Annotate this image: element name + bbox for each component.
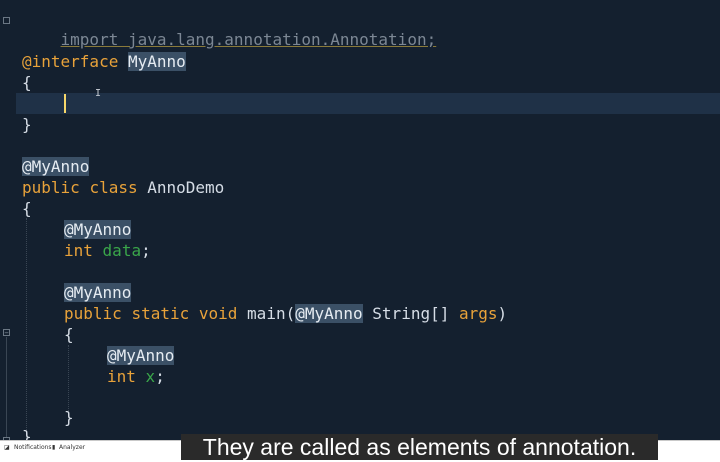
annotation-at: @ (295, 304, 305, 323)
brace-open: { (64, 325, 74, 344)
annotation-usage: @MyAnno (22, 157, 90, 176)
code-line-field: int data; (64, 240, 151, 261)
video-caption: They are called as elements of annotatio… (181, 434, 658, 460)
annotation-name: MyAnno (116, 346, 175, 365)
param-annotation: @MyAnno (295, 304, 363, 323)
brace-open: { (22, 199, 32, 218)
semicolon: ; (155, 367, 165, 386)
semicolon: ; (141, 241, 151, 260)
annotation-usage: @MyAnno (64, 220, 132, 239)
code-line-annotation: @MyAnno (107, 345, 175, 366)
annotation-name: MyAnno (73, 283, 132, 302)
code-line-annotation: @MyAnno (22, 156, 90, 177)
annotation-at: @ (64, 283, 74, 302)
code-line-brace: } (22, 426, 32, 440)
analyzer-icon[interactable]: ▮ (52, 444, 55, 451)
import-statement: import java.lang.annotation.Annotation; (60, 30, 437, 49)
keyword-public: public (22, 178, 80, 197)
code-editor[interactable]: − import java.lang.annotation.Annotation… (0, 0, 720, 444)
brace-close: } (22, 115, 32, 134)
keyword-public: public (64, 304, 122, 323)
text-caret (64, 94, 66, 113)
ibeam-cursor-icon: I (95, 88, 102, 99)
local-var-name: x (145, 367, 156, 386)
brace-close: } (22, 427, 32, 440)
indent-guide (68, 345, 70, 415)
annotation-usage: @MyAnno (107, 346, 175, 365)
code-line-interface: @interface MyAnno (22, 51, 186, 72)
annotation-at: @ (107, 346, 117, 365)
code-line-method: public static void main(@MyAnno String[]… (64, 303, 507, 324)
paren-close: ) (497, 304, 508, 323)
keyword-static: static (131, 304, 190, 323)
code-line-local: int x; (107, 366, 165, 387)
annotation-name: MyAnno (31, 157, 90, 176)
fold-toggle-import[interactable] (3, 17, 10, 24)
code-line-import: import java.lang.annotation.Annotation; (22, 8, 437, 49)
code-line-brace: { (64, 324, 74, 345)
keyword-interface: @interface (22, 52, 119, 71)
code-line-class: public class AnnoDemo (22, 177, 224, 198)
field-name: data (102, 241, 142, 260)
code-line-brace: { (22, 198, 32, 219)
keyword-class: class (89, 178, 138, 197)
class-name: AnnoDemo (147, 178, 225, 197)
current-line-highlight (16, 93, 720, 114)
annotation-name: MyAnno (304, 304, 363, 323)
notifications-tab[interactable]: Notifications (14, 444, 52, 451)
code-line-brace: { (22, 72, 32, 93)
notifications-icon[interactable]: ◪ (4, 444, 10, 451)
code-line-brace: } (64, 407, 74, 428)
brace-open: { (22, 73, 32, 92)
code-line-brace: } (22, 114, 32, 135)
keyword-void: void (198, 304, 238, 323)
interface-name: MyAnno (127, 52, 186, 71)
brace-close: } (64, 408, 74, 427)
annotation-name: MyAnno (73, 220, 132, 239)
annotation-at: @ (64, 220, 74, 239)
keyword-int: int (107, 367, 136, 386)
param-name: args (458, 304, 498, 323)
annotation-at: @ (22, 157, 32, 176)
annotation-usage: @MyAnno (64, 283, 132, 302)
fold-guide (6, 337, 7, 437)
fold-toggle-method[interactable]: − (3, 329, 10, 337)
indent-guide (26, 218, 28, 438)
analyzer-tab[interactable]: Analyzer (59, 444, 85, 451)
method-name: main( (247, 304, 296, 323)
code-line-annotation: @MyAnno (64, 219, 132, 240)
param-type: String[] (362, 304, 459, 323)
keyword-int: int (64, 241, 93, 260)
code-line-annotation: @MyAnno (64, 282, 132, 303)
